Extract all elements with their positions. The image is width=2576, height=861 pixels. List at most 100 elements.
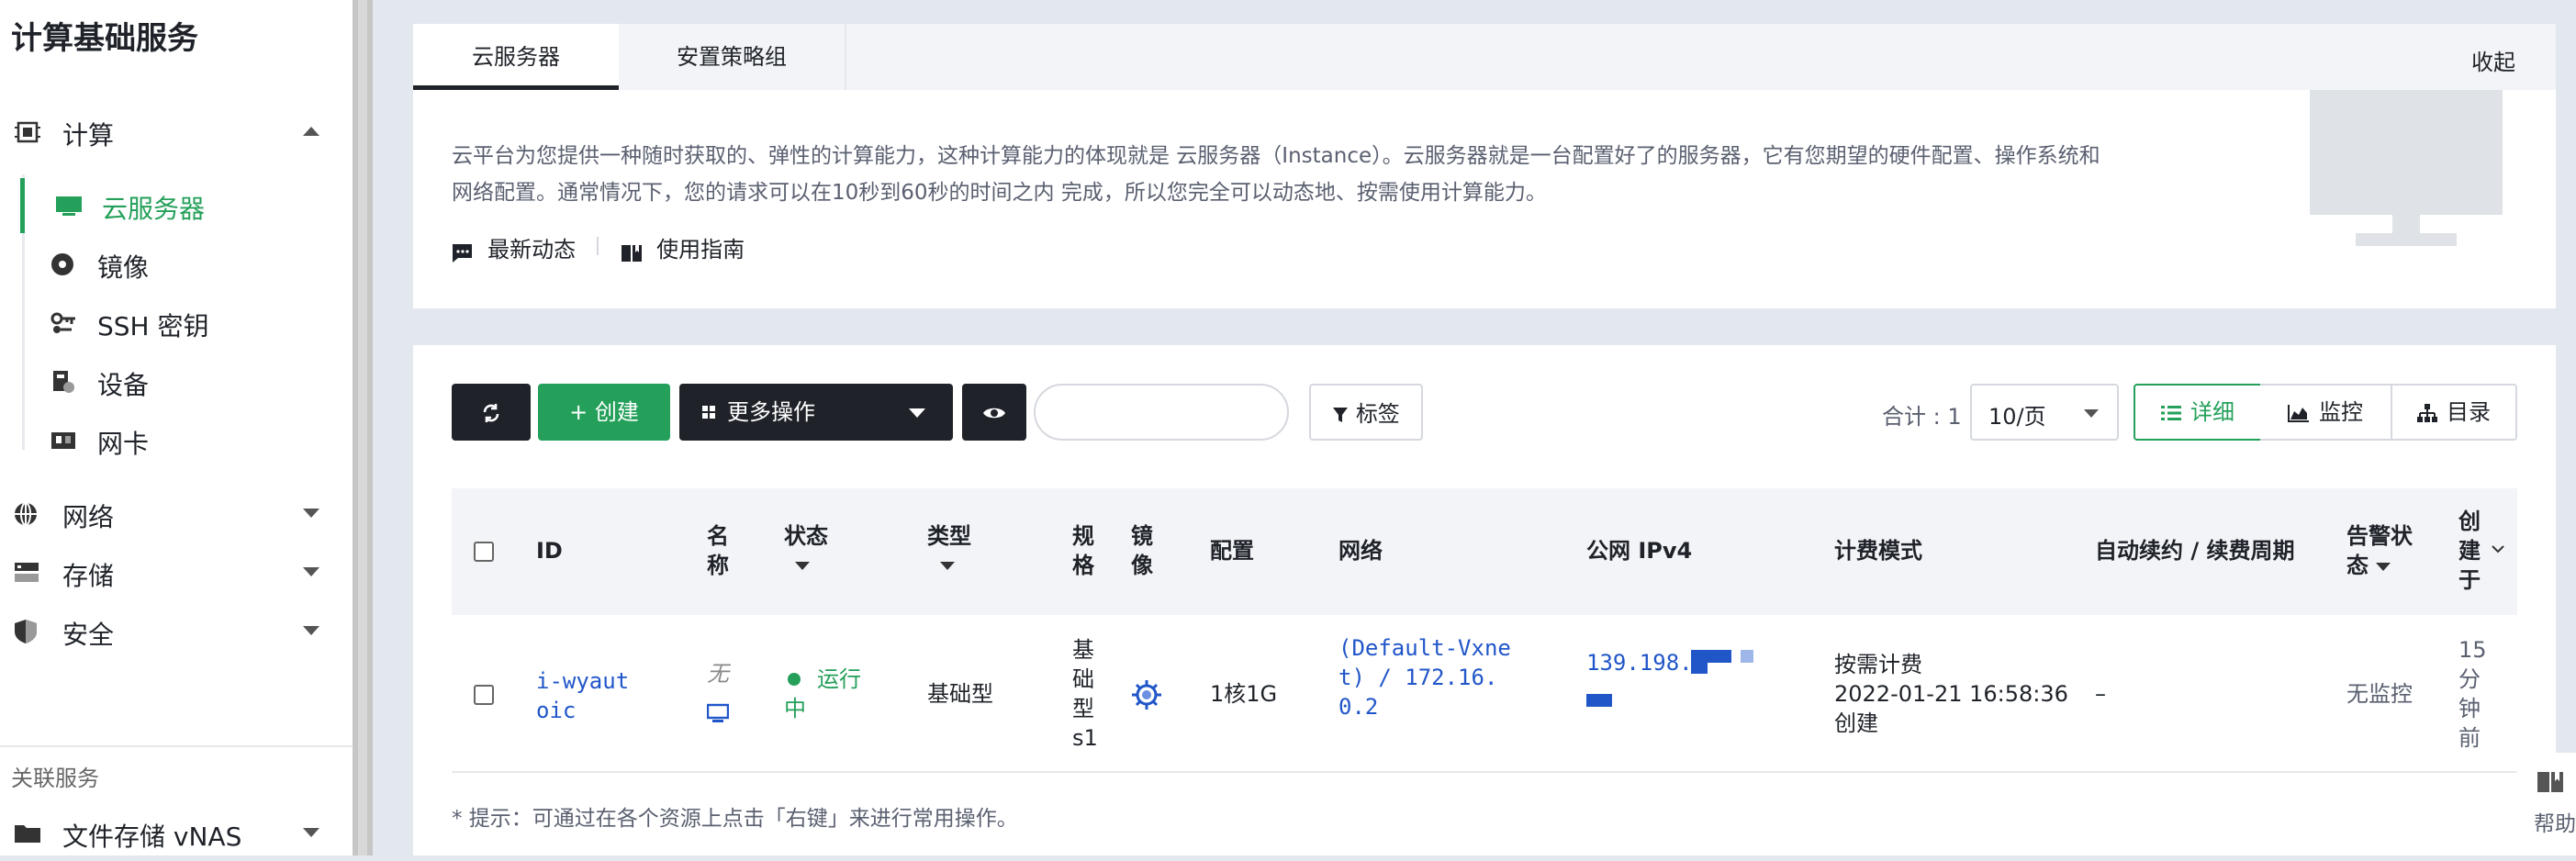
- nav-group-network[interactable]: 网络: [0, 486, 353, 542]
- guide-link[interactable]: 使用指南: [621, 231, 745, 263]
- search-input[interactable]: [1034, 384, 1289, 441]
- tag-filter-button[interactable]: 标签: [1309, 384, 1423, 441]
- news-link[interactable]: 最新动态: [452, 231, 576, 263]
- view-detail-label: 详细: [2190, 399, 2234, 425]
- ip-redaction-mask: [1741, 650, 1753, 663]
- sidebar-item-devices[interactable]: 设备: [20, 354, 353, 409]
- column-header-created-line: 建: [2458, 538, 2481, 564]
- column-header-status-label: 状态: [784, 523, 828, 549]
- column-header-renew[interactable]: 自动续约 / 续费周期: [2095, 536, 2294, 565]
- column-header-alarm[interactable]: 告警状 态: [2346, 521, 2413, 580]
- nav-group-vnas[interactable]: 文件存储 vNAS: [0, 806, 353, 861]
- sidebar-title: 计算基础服务: [11, 20, 198, 57]
- column-header-alarm-line: 态: [2346, 551, 2413, 580]
- renew-cycle: –: [2095, 681, 2106, 707]
- sidebar-divider: [0, 745, 353, 747]
- collapse-button[interactable]: 收起: [2471, 44, 2515, 76]
- monitor-icon: [56, 196, 82, 216]
- chevron-down-icon: [2084, 409, 2099, 418]
- sidebar-item-label: 镜像: [97, 252, 150, 283]
- created-line: 前: [2458, 725, 2481, 751]
- network-line: (Default-Vxne: [1338, 635, 1511, 661]
- instance-spec: 基 础 型 s1: [1072, 635, 1098, 753]
- message-icon: [453, 243, 472, 263]
- public-ipv4-link[interactable]: 139.198.: [1586, 648, 1693, 677]
- instance-type: 基础型: [927, 681, 993, 707]
- nav-group-compute[interactable]: 计算: [0, 105, 353, 160]
- instance-id-line: i-wyaut: [536, 668, 630, 694]
- column-header-spec-line: 格: [1072, 553, 1094, 578]
- sidebar-item-images[interactable]: 镜像: [20, 237, 353, 292]
- instance-id-link[interactable]: i-wyaut oic: [536, 666, 629, 725]
- help-label: 帮助: [2534, 812, 2576, 836]
- column-header-spec[interactable]: 规 格: [1072, 521, 1094, 580]
- chevron-down-icon: [909, 408, 925, 418]
- toggle-visibility-button[interactable]: [962, 384, 1026, 441]
- column-header-image-line: 像: [1131, 553, 1153, 578]
- column-header-network[interactable]: 网络: [1338, 536, 1383, 565]
- column-header-alarm-line2: 态: [2346, 553, 2369, 578]
- create-button[interactable]: + 创建: [538, 384, 670, 441]
- created-line: 15: [2458, 637, 2487, 663]
- filter-caret-icon: [795, 562, 810, 570]
- column-header-spec-line: 规: [1072, 523, 1094, 549]
- sort-chevron-icon[interactable]: [2492, 545, 2504, 554]
- folder-icon: [15, 825, 40, 843]
- sidebar-item-label: 云服务器: [102, 194, 206, 224]
- chevron-down-icon: [303, 567, 319, 576]
- view-monitor-label: 监控: [2319, 399, 2363, 425]
- network-link[interactable]: (Default-Vxne t) / 172.16. 0.2: [1338, 633, 1511, 721]
- nav-group-security[interactable]: 安全: [0, 604, 353, 659]
- chevron-down-icon: [303, 509, 319, 518]
- network-line: 0.2: [1338, 694, 1379, 720]
- monitor-illustration-neck: [2392, 215, 2420, 235]
- key-icon: [50, 312, 75, 333]
- column-header-alarm-line: 告警状: [2346, 523, 2413, 549]
- column-header-status[interactable]: 状态: [784, 521, 828, 570]
- help-button[interactable]: 帮助: [2515, 753, 2576, 855]
- column-header-type[interactable]: 类型: [927, 521, 971, 570]
- billing-line: 创建: [1834, 710, 1878, 736]
- filter-caret-icon: [940, 562, 955, 570]
- row-checkbox[interactable]: [474, 685, 494, 705]
- nav-group-label: 文件存储 vNAS: [62, 822, 242, 852]
- view-catalog-button[interactable]: 目录: [2391, 384, 2517, 441]
- ip-redaction-mask: [1586, 694, 1612, 707]
- column-header-ipv4[interactable]: 公网 IPv4: [1586, 536, 1692, 565]
- sidebar-item-ssh-keys[interactable]: SSH 密钥: [20, 296, 353, 351]
- os-image-icon[interactable]: [1129, 677, 1164, 712]
- vnc-console-icon[interactable]: [707, 703, 729, 723]
- column-header-created[interactable]: 创 建 于: [2458, 507, 2481, 595]
- more-actions-label: 更多操作: [727, 399, 815, 425]
- page-size-select[interactable]: 10/页: [1970, 384, 2119, 441]
- tab-placement-groups[interactable]: 安置策略组: [619, 24, 846, 90]
- view-detail-button[interactable]: 详细: [2134, 384, 2262, 441]
- tab-instances[interactable]: 云服务器: [413, 24, 619, 90]
- instance-config: 1核1G: [1210, 681, 1278, 707]
- eye-icon: [983, 408, 1005, 419]
- more-actions-dropdown[interactable]: 更多操作: [679, 384, 953, 441]
- disc-icon: [51, 253, 73, 275]
- column-header-name-line: 名: [707, 523, 729, 549]
- column-header-billing[interactable]: 计费模式: [1834, 536, 1922, 565]
- column-header-config[interactable]: 配置: [1210, 536, 1254, 565]
- page-size-value: 10/页: [1988, 404, 2046, 430]
- column-header-image[interactable]: 镜 像: [1131, 521, 1153, 580]
- column-header-id[interactable]: ID: [536, 536, 563, 565]
- select-all-checkbox[interactable]: [474, 542, 494, 562]
- view-catalog-label: 目录: [2447, 399, 2491, 425]
- column-header-name-line: 称: [707, 553, 729, 578]
- column-header-name[interactable]: 名 称: [707, 521, 729, 580]
- refresh-button[interactable]: [452, 384, 531, 441]
- sidebar-item-instances[interactable]: 云服务器: [20, 178, 357, 233]
- refresh-icon: [483, 404, 499, 422]
- view-monitor-button[interactable]: 监控: [2260, 384, 2392, 441]
- sidebar-item-nics[interactable]: 网卡: [20, 413, 353, 468]
- chip-icon: [15, 121, 40, 143]
- nav-group-storage[interactable]: 存储: [0, 545, 353, 600]
- globe-icon: [15, 502, 37, 526]
- instance-id-line: oic: [536, 698, 577, 723]
- chevron-down-icon: [303, 828, 319, 837]
- nav-group-label: 安全: [62, 620, 115, 650]
- network-card-icon: [51, 432, 75, 449]
